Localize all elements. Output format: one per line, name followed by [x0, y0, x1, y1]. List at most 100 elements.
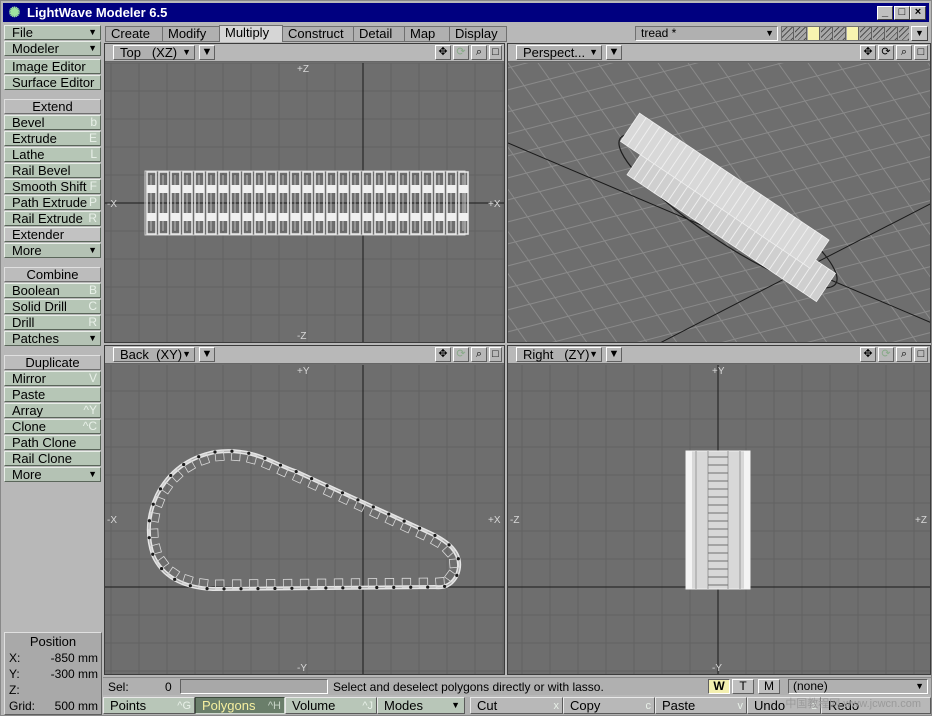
surface-select[interactable]: (none) ▼ [788, 679, 928, 694]
axis-label: -X [107, 199, 117, 210]
boolean-button[interactable]: Boolean B [4, 283, 101, 298]
paste-label: Paste [662, 698, 696, 713]
paste-side-button[interactable]: Paste [4, 387, 101, 402]
layer-button[interactable] [821, 27, 833, 40]
patches-menu[interactable]: Patches ▼ [4, 331, 101, 346]
axis-label: +Z [915, 515, 927, 526]
path-clone-button[interactable]: Path Clone [4, 435, 101, 450]
wireframe-mode-button[interactable]: W [708, 679, 730, 694]
path-extrude-button[interactable]: Path Extrude P [4, 195, 101, 210]
layer-button[interactable] [860, 27, 872, 40]
view-type-select[interactable]: Top (XZ) ▼ [113, 45, 195, 60]
rail-extrude-button[interactable]: Rail Extrude R [4, 211, 101, 226]
tab-create[interactable]: Create [105, 26, 163, 42]
array-button[interactable]: Array ^Y [4, 403, 101, 418]
material-mode-button[interactable]: M [758, 679, 780, 694]
volume-mode-button[interactable]: Volume ^J [285, 697, 377, 714]
tab-detail[interactable]: Detail [353, 26, 405, 42]
object-select[interactable]: tread * ▼ [635, 26, 778, 41]
maximize-view-icon[interactable]: □ [914, 347, 928, 362]
move-icon[interactable]: ✥ [435, 45, 451, 60]
magnifier-icon[interactable]: ⌕ [471, 347, 487, 362]
tread-right-mesh [685, 450, 751, 590]
move-icon[interactable]: ✥ [860, 347, 876, 362]
magnifier-icon[interactable]: ⌕ [896, 347, 912, 362]
tab-map[interactable]: Map [404, 26, 450, 42]
top-view-canvas: +Z -Z -X +X [105, 63, 504, 342]
viewport-perspective[interactable]: Perspect... ▼ ▼ ✥ ⟳ ⌕ □ [507, 43, 931, 343]
layer-button-active[interactable] [847, 27, 859, 40]
texture-mode-button[interactable]: T [732, 679, 754, 694]
copy-button[interactable]: Copy c [563, 697, 655, 714]
magnifier-icon[interactable]: ⌕ [471, 45, 487, 60]
rail-bevel-button[interactable]: Rail Bevel [4, 163, 101, 178]
layer-button[interactable] [795, 27, 807, 40]
patches-label: Patches [12, 331, 59, 346]
close-button[interactable]: × [910, 6, 926, 20]
layer-button[interactable] [886, 27, 898, 40]
viewport-back[interactable]: Back (XY) ▼ ▼ ✥ ⟳ ⌕ □ +Y -Y -X +X [104, 345, 505, 675]
extend-more-menu[interactable]: More ▼ [4, 243, 101, 258]
drill-button[interactable]: Drill R [4, 315, 101, 330]
maximize-view-icon[interactable]: □ [914, 45, 928, 60]
tab-display[interactable]: Display [449, 26, 507, 42]
shortcut-key: C [88, 299, 97, 313]
solid-drill-button[interactable]: Solid Drill C [4, 299, 101, 314]
layer-button[interactable] [899, 27, 909, 40]
duplicate-more-menu[interactable]: More ▼ [4, 467, 101, 482]
smooth-shift-button[interactable]: Smooth Shift F [4, 179, 101, 194]
magnifier-icon[interactable]: ⌕ [896, 45, 912, 60]
dropdown-arrow-icon: ▼ [608, 348, 620, 360]
viewport-options-button[interactable]: ▼ [606, 45, 622, 60]
layer-button[interactable] [873, 27, 885, 40]
view-type-select[interactable]: Right (ZY) ▼ [516, 347, 602, 362]
tab-multiply[interactable]: Multiply [219, 25, 283, 42]
layer-button-active[interactable] [808, 27, 820, 40]
view-type-select[interactable]: Perspect... ▼ [516, 45, 602, 60]
extrude-button[interactable]: Extrude E [4, 131, 101, 146]
maximize-view-icon[interactable]: □ [489, 45, 502, 60]
rail-clone-button[interactable]: Rail Clone [4, 451, 101, 466]
shortcut-key: b [90, 115, 97, 129]
viewport-options-button[interactable]: ▼ [199, 45, 215, 60]
bevel-button[interactable]: Bevel b [4, 115, 101, 130]
viewport-top[interactable]: Top (XZ) ▼ ▼ ✥ ⟳ ⌕ □ +Z -Z -X +X [104, 43, 505, 343]
clone-button[interactable]: Clone ^C [4, 419, 101, 434]
viewport-options-button[interactable]: ▼ [606, 347, 622, 362]
maximize-view-icon[interactable]: □ [489, 347, 502, 362]
modes-menu[interactable]: Modes ▼ [377, 697, 465, 714]
paste-button[interactable]: Paste v [655, 697, 747, 714]
cut-button[interactable]: Cut x [470, 697, 563, 714]
rotate-icon[interactable]: ⟳ [878, 45, 894, 60]
surface-editor-button[interactable]: Surface Editor [4, 75, 101, 90]
dropdown-arrow-icon: ▼ [182, 349, 191, 359]
dropdown-arrow-icon: ▼ [608, 46, 620, 58]
lightwave-app-icon: ✺ [8, 4, 21, 20]
grid-label: Grid: [9, 699, 36, 713]
lathe-button[interactable]: Lathe L [4, 147, 101, 162]
move-icon[interactable]: ✥ [860, 45, 876, 60]
modeler-menu[interactable]: Modeler ▼ [4, 41, 101, 56]
extender-button[interactable]: Extender [4, 227, 101, 242]
points-mode-button[interactable]: Points ^G [103, 697, 195, 714]
layer-dropdown-button[interactable]: ▼ [911, 26, 928, 41]
axis-label: +Y [712, 366, 725, 377]
axis-label: +Z [297, 64, 309, 75]
modes-label: Modes [384, 698, 424, 713]
mirror-button[interactable]: Mirror V [4, 371, 101, 386]
image-editor-button[interactable]: Image Editor [4, 59, 101, 74]
viewport-options-button[interactable]: ▼ [199, 347, 215, 362]
move-icon[interactable]: ✥ [435, 347, 451, 362]
viewport-right[interactable]: Right (ZY) ▼ ▼ ✥ ⟳ ⌕ □ +Y -Y -Z +Z [507, 345, 931, 675]
tab-construct[interactable]: Construct [282, 26, 354, 42]
maximize-button[interactable]: □ [894, 6, 910, 20]
tab-modify[interactable]: Modify [162, 26, 220, 42]
polygons-mode-button[interactable]: Polygons ^H [195, 697, 285, 714]
axis-label: -Z [510, 515, 519, 526]
layer-button[interactable] [834, 27, 846, 40]
view-name: Top [120, 45, 141, 60]
minimize-button[interactable]: _ [877, 6, 893, 20]
view-type-select[interactable]: Back (XY) ▼ [113, 347, 195, 362]
file-menu[interactable]: File ▼ [4, 25, 101, 40]
layer-button[interactable] [782, 27, 794, 40]
